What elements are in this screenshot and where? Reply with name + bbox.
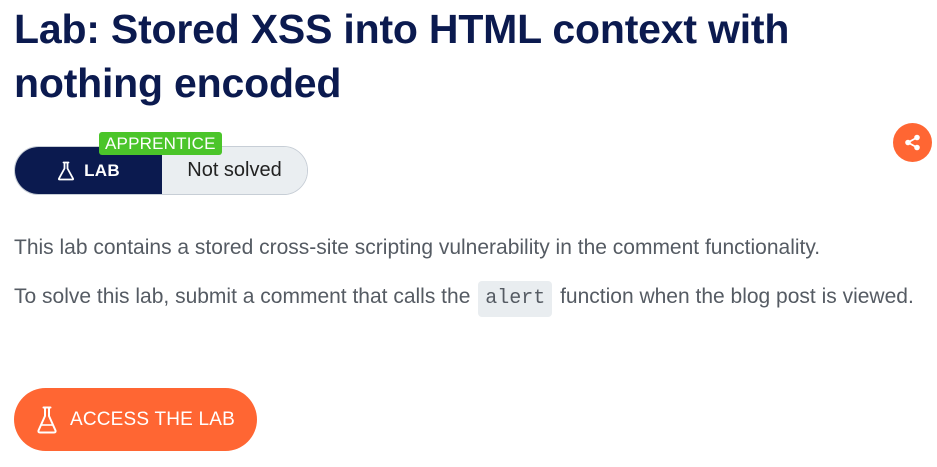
lab-status-badge: LAB Not solved APPRENTICE (14, 132, 308, 195)
share-icon (905, 134, 920, 151)
lab-type-text: LAB (84, 160, 120, 180)
alert-code: alert (478, 281, 553, 317)
flask-icon (37, 406, 57, 433)
level-tag: APPRENTICE (99, 132, 222, 155)
access-lab-label: ACCESS THE LAB (69, 408, 236, 430)
lab-instructions: To solve this lab, submit a comment that… (14, 279, 919, 317)
flask-icon (58, 161, 75, 180)
page-title: Lab: Stored XSS into HTML context with n… (14, 6, 790, 106)
lab-description: This lab contains a stored cross-site sc… (14, 236, 821, 259)
access-lab-button[interactable]: ACCESS THE LAB (14, 388, 257, 451)
share-button[interactable] (893, 123, 932, 162)
instructions-text-end: function when the blog post is viewed. (554, 285, 914, 308)
instructions-text-start: To solve this lab, submit a comment that… (14, 285, 477, 308)
